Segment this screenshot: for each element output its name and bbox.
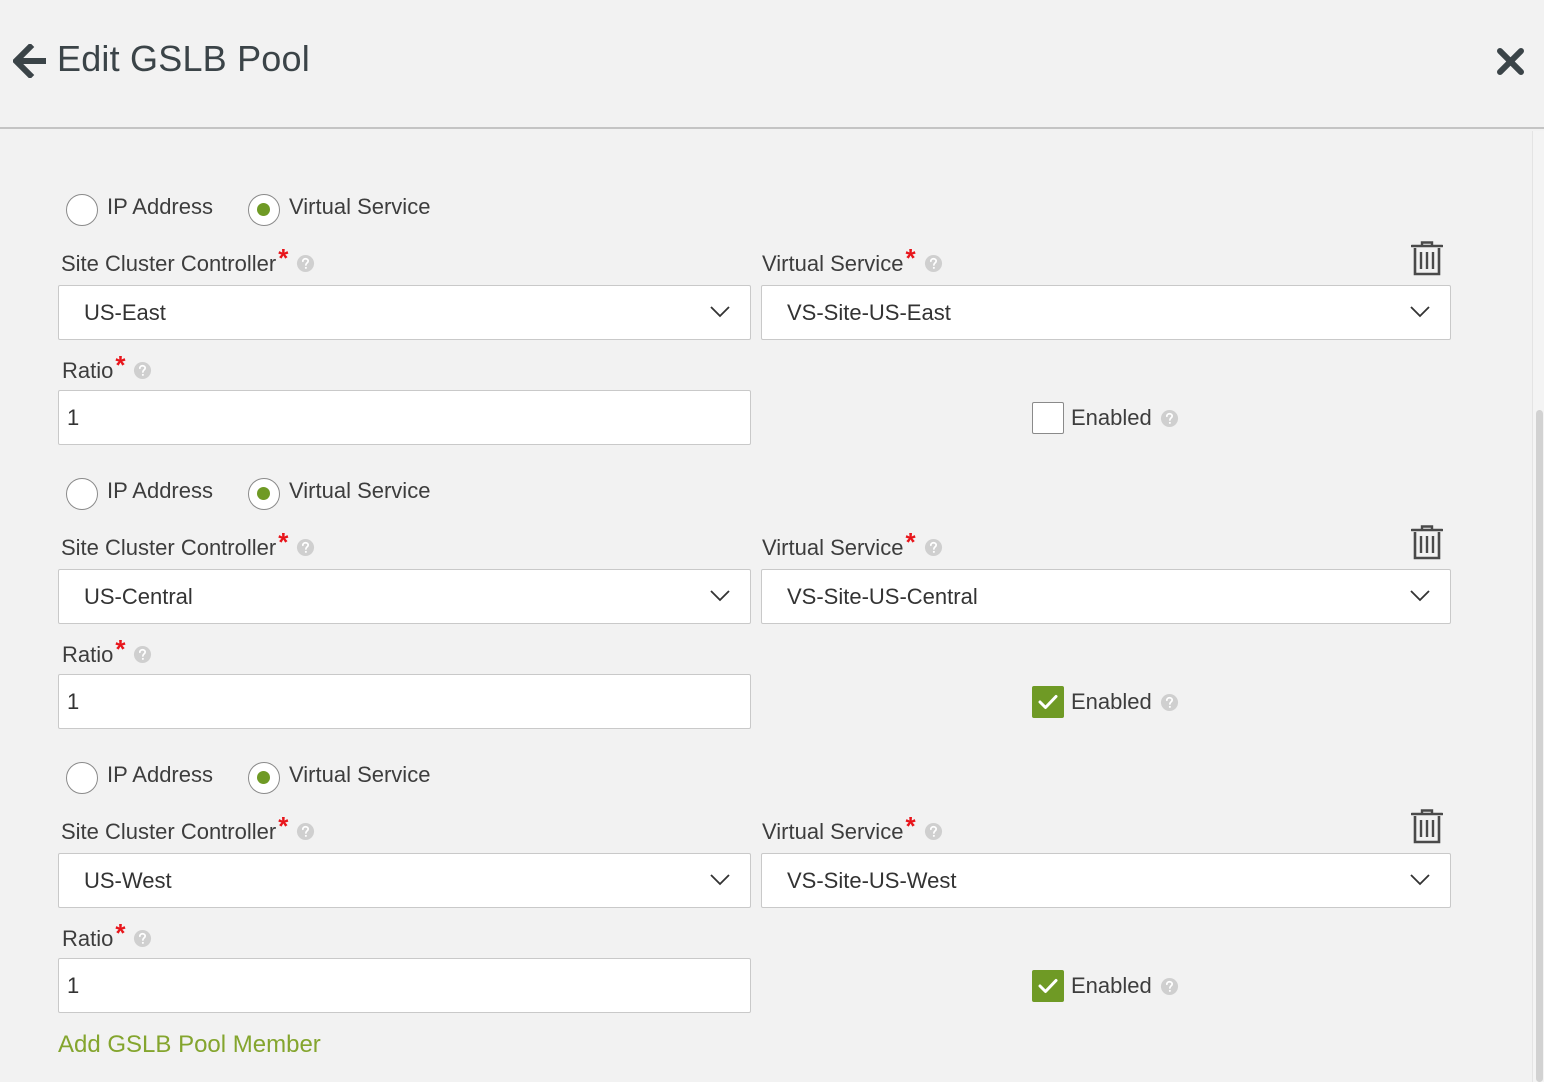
enabled-label: Enabled xyxy=(1071,689,1152,714)
help-icon[interactable] xyxy=(1160,409,1179,428)
help-icon[interactable] xyxy=(133,929,152,948)
ratio-label: Ratio * xyxy=(62,918,152,954)
page-title: Edit GSLB Pool xyxy=(57,38,310,79)
required-marker: * xyxy=(115,918,126,948)
check-icon xyxy=(1038,695,1058,709)
close-icon[interactable] xyxy=(1497,48,1524,75)
virtual-service-label: Virtual Service * xyxy=(762,527,943,563)
help-icon[interactable] xyxy=(924,254,943,273)
radio-ip-address[interactable]: IP Address xyxy=(66,478,213,510)
chevron-down-icon xyxy=(1410,306,1430,318)
enabled-label: Enabled xyxy=(1071,405,1152,430)
site-cluster-controller-label: Site Cluster Controller * xyxy=(61,243,315,279)
help-icon[interactable] xyxy=(924,538,943,557)
help-icon[interactable] xyxy=(296,822,315,841)
scrollbar-thumb[interactable] xyxy=(1536,410,1543,1082)
site-cluster-controller-select[interactable]: US-East xyxy=(58,285,751,340)
required-marker: * xyxy=(905,811,916,841)
pool-member: IP Address Virtual Service Site Cluster … xyxy=(0,176,1530,460)
enabled-checkbox[interactable] xyxy=(1032,970,1064,1002)
enabled-checkbox-control[interactable]: Enabled xyxy=(1032,970,1179,1002)
site-cluster-controller-select[interactable]: US-West xyxy=(58,853,751,908)
radio-circle[interactable] xyxy=(248,478,280,510)
radio-label: Virtual Service xyxy=(289,762,431,787)
required-marker: * xyxy=(278,243,289,273)
chevron-down-icon xyxy=(710,590,730,602)
chevron-down-icon xyxy=(1410,590,1430,602)
required-marker: * xyxy=(278,527,289,557)
select-value: VS-Site-US-East xyxy=(787,299,951,325)
help-icon[interactable] xyxy=(133,361,152,380)
required-marker: * xyxy=(905,243,916,273)
virtual-service-select[interactable]: VS-Site-US-Central xyxy=(761,569,1451,624)
chevron-down-icon xyxy=(710,306,730,318)
radio-virtual-service[interactable]: Virtual Service xyxy=(248,762,430,794)
trash-icon[interactable] xyxy=(1410,809,1444,845)
radio-circle[interactable] xyxy=(66,478,98,510)
required-marker: * xyxy=(278,811,289,841)
ratio-label: Ratio * xyxy=(62,350,152,386)
radio-circle[interactable] xyxy=(248,194,280,226)
enabled-checkbox[interactable] xyxy=(1032,402,1064,434)
ratio-input[interactable] xyxy=(58,390,751,445)
help-icon[interactable] xyxy=(924,822,943,841)
enabled-label: Enabled xyxy=(1071,973,1152,998)
enabled-checkbox-control[interactable]: Enabled xyxy=(1032,686,1179,718)
radio-dot xyxy=(257,487,270,500)
modal-header: Edit GSLB Pool xyxy=(0,0,1544,129)
radio-label: IP Address xyxy=(107,762,213,787)
ratio-input[interactable] xyxy=(58,674,751,729)
radio-ip-address[interactable]: IP Address xyxy=(66,762,213,794)
select-value: VS-Site-US-West xyxy=(787,867,957,893)
ratio-label: Ratio * xyxy=(62,634,152,670)
enabled-checkbox[interactable] xyxy=(1032,686,1064,718)
help-icon[interactable] xyxy=(296,538,315,557)
help-icon[interactable] xyxy=(296,254,315,273)
radio-circle[interactable] xyxy=(66,194,98,226)
radio-dot xyxy=(257,203,270,216)
radio-label: Virtual Service xyxy=(289,194,431,219)
arrow-left-icon[interactable] xyxy=(13,44,47,78)
help-icon[interactable] xyxy=(1160,977,1179,996)
site-cluster-controller-select[interactable]: US-Central xyxy=(58,569,751,624)
add-gslb-pool-member-link[interactable]: Add GSLB Pool Member xyxy=(58,1031,321,1059)
radio-label: Virtual Service xyxy=(289,478,431,503)
trash-icon[interactable] xyxy=(1410,525,1444,561)
radio-ip-address[interactable]: IP Address xyxy=(66,194,213,226)
pool-member: IP Address Virtual Service Site Cluster … xyxy=(0,460,1530,744)
virtual-service-label: Virtual Service * xyxy=(762,811,943,847)
radio-virtual-service[interactable]: Virtual Service xyxy=(248,194,430,226)
virtual-service-label: Virtual Service * xyxy=(762,243,943,279)
select-value: US-East xyxy=(84,299,166,325)
chevron-down-icon xyxy=(1410,874,1430,886)
required-marker: * xyxy=(905,527,916,557)
required-marker: * xyxy=(115,350,126,380)
ratio-input[interactable] xyxy=(58,958,751,1013)
trash-icon[interactable] xyxy=(1410,241,1444,277)
help-icon[interactable] xyxy=(1160,693,1179,712)
radio-virtual-service[interactable]: Virtual Service xyxy=(248,478,430,510)
radio-dot xyxy=(257,771,270,784)
help-icon[interactable] xyxy=(133,645,152,664)
radio-label: IP Address xyxy=(107,478,213,503)
chevron-down-icon xyxy=(710,874,730,886)
pool-member: IP Address Virtual Service Site Cluster … xyxy=(0,744,1530,1028)
select-value: US-West xyxy=(84,867,172,893)
virtual-service-select[interactable]: VS-Site-US-East xyxy=(761,285,1451,340)
select-value: US-Central xyxy=(84,583,193,609)
required-marker: * xyxy=(115,634,126,664)
radio-label: IP Address xyxy=(107,194,213,219)
enabled-checkbox-control[interactable]: Enabled xyxy=(1032,402,1179,434)
radio-circle[interactable] xyxy=(248,762,280,794)
select-value: VS-Site-US-Central xyxy=(787,583,978,609)
site-cluster-controller-label: Site Cluster Controller * xyxy=(61,527,315,563)
site-cluster-controller-label: Site Cluster Controller * xyxy=(61,811,315,847)
radio-circle[interactable] xyxy=(66,762,98,794)
check-icon xyxy=(1038,979,1058,993)
virtual-service-select[interactable]: VS-Site-US-West xyxy=(761,853,1451,908)
